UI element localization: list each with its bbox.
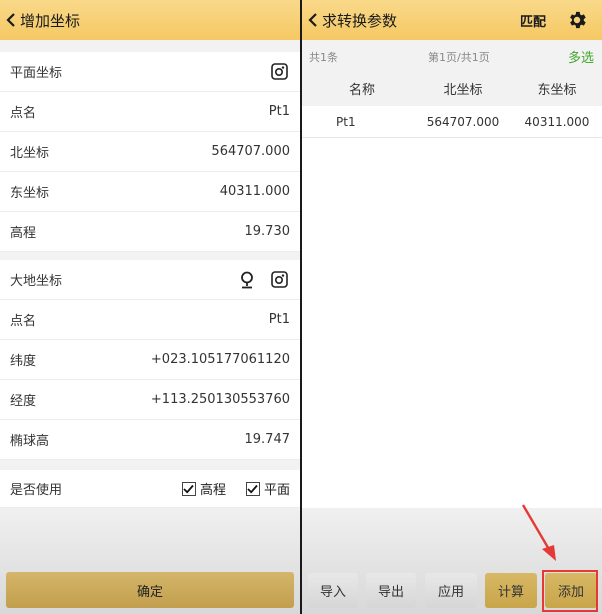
highlight-box	[542, 570, 598, 612]
geodetic-row-ellipsoid-height[interactable]: 椭球高 19.747	[0, 420, 300, 460]
export-button[interactable]: 导出	[366, 573, 416, 608]
field-label: 东坐标	[10, 186, 50, 201]
plane-section-label: 平面坐标	[10, 66, 63, 81]
field-value: Pt1	[268, 104, 290, 119]
table-row[interactable]: Pt1 564707.000 40311.000	[302, 106, 602, 138]
field-value: +113.250130553760	[150, 392, 290, 407]
cell-east: 40311.000	[524, 114, 590, 129]
column-header-east: 东坐标	[537, 82, 577, 98]
field-value: 564707.000	[211, 144, 290, 159]
column-header-name: 名称	[348, 82, 375, 98]
column-header-north: 北坐标	[443, 82, 483, 98]
cell-name: Pt1	[336, 114, 356, 129]
checkmark-icon	[183, 484, 195, 494]
use-label: 是否使用	[10, 483, 63, 498]
checkbox-box	[245, 481, 260, 496]
list-info-bar: 共1条 第1页/共1页 多选	[302, 40, 602, 70]
location-pin-icon	[241, 271, 253, 288]
checkbox-label: 平面	[263, 483, 290, 498]
field-label: 点名	[10, 106, 37, 121]
field-label: 北坐标	[10, 146, 50, 161]
field-value: +023.105177061120	[150, 352, 290, 367]
plane-row-east[interactable]: 东坐标 40311.000	[0, 172, 300, 212]
geodetic-section-label: 大地坐标	[10, 274, 63, 289]
record-count: 共1条	[309, 51, 338, 64]
section-gap	[0, 40, 300, 52]
geodetic-section-header: 大地坐标	[0, 260, 300, 300]
section-gap	[0, 252, 300, 260]
table-header: 名称 北坐标 东坐标	[302, 70, 602, 106]
page-title: 求转换参数	[322, 11, 398, 30]
add-coordinate-header: 增加坐标	[0, 0, 300, 40]
cell-north: 564707.000	[426, 114, 500, 129]
checkbox-label: 高程	[199, 483, 226, 498]
geodetic-row-point-name[interactable]: 点名 Pt1	[0, 300, 300, 340]
match-button[interactable]: 匹配	[520, 11, 546, 30]
annotation-arrow	[521, 504, 556, 561]
field-label: 经度	[10, 394, 37, 409]
gear-icon[interactable]	[566, 9, 588, 31]
field-value: 19.730	[244, 224, 291, 239]
use-height-checkbox[interactable]: 高程	[181, 479, 226, 498]
calculate-button[interactable]: 计算	[485, 573, 537, 608]
checkbox-box	[181, 481, 196, 496]
back-button[interactable]	[305, 0, 321, 40]
confirm-button[interactable]: 确定	[6, 572, 294, 608]
geodetic-row-latitude[interactable]: 纬度 +023.105177061120	[0, 340, 300, 380]
apply-button[interactable]: 应用	[425, 573, 477, 608]
use-plane-checkbox[interactable]: 平面	[245, 479, 290, 498]
plane-row-north[interactable]: 北坐标 564707.000	[0, 132, 300, 172]
field-value: 19.747	[244, 432, 291, 447]
plane-row-point-name[interactable]: 点名 Pt1	[0, 92, 300, 132]
plane-point-picker-button[interactable]	[270, 63, 288, 81]
field-label: 椭球高	[10, 434, 50, 449]
transform-header: 求转换参数 匹配	[302, 0, 602, 40]
plane-section-header: 平面坐标	[0, 52, 300, 92]
multi-select-button[interactable]: 多选	[568, 47, 594, 66]
chevron-left-icon	[6, 13, 15, 27]
field-value: Pt1	[268, 312, 290, 327]
import-button[interactable]: 导入	[308, 573, 358, 608]
field-value: 40311.000	[219, 184, 290, 199]
use-row: 是否使用 高程 平面	[0, 470, 300, 508]
page-title: 增加坐标	[20, 11, 81, 30]
checkmark-icon	[247, 484, 259, 494]
add-coordinate-panel: 增加坐标 平面坐标 点名 Pt1 北坐标 564707.000 东坐标 4031…	[0, 0, 300, 614]
section-gap	[0, 460, 300, 470]
back-button[interactable]	[3, 0, 19, 40]
point-picker-icon	[270, 271, 288, 288]
page-indicator: 第1页/共1页	[428, 51, 490, 64]
point-picker-icon	[270, 63, 288, 80]
field-label: 点名	[10, 314, 37, 329]
geodetic-row-longitude[interactable]: 经度 +113.250130553760	[0, 380, 300, 420]
field-label: 纬度	[10, 354, 37, 369]
location-button[interactable]	[238, 271, 256, 289]
plane-row-elevation[interactable]: 高程 19.730	[0, 212, 300, 252]
chevron-left-icon	[308, 13, 317, 27]
geodetic-point-picker-button[interactable]	[270, 271, 288, 289]
field-label: 高程	[10, 226, 37, 241]
